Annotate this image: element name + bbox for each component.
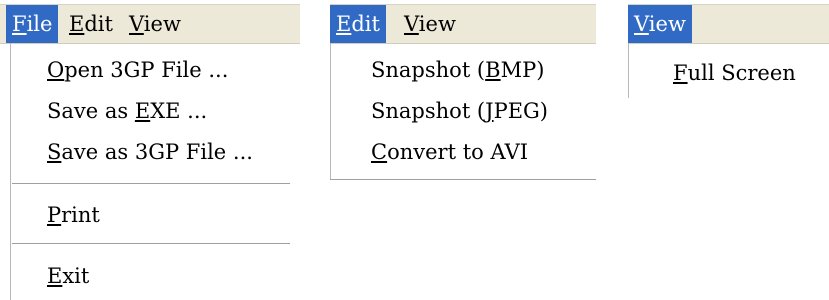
menu-file[interactable]: File	[6, 5, 59, 43]
menu-view[interactable]: View	[628, 5, 692, 43]
menu-item-save-3gp[interactable]: Save as 3GP File ...	[47, 140, 253, 164]
menu-item-exit[interactable]: Exit	[47, 264, 89, 288]
menubar-border	[0, 43, 300, 44]
menu-item-full-screen[interactable]: Full Screen	[673, 61, 796, 85]
menu-item-open-3gp[interactable]: Open 3GP File ...	[47, 58, 228, 82]
menu-left-border	[330, 43, 331, 180]
menu-item-snapshot-bmp[interactable]: Snapshot (BMP)	[371, 58, 544, 82]
menu-separator	[12, 183, 290, 185]
menu-separator	[12, 243, 290, 245]
menu-edit[interactable]: Edit	[330, 5, 386, 43]
file-menu-panel: File Edit View Open 3GP File ... Save as…	[0, 0, 300, 300]
menu-item-save-exe[interactable]: Save as EXE ...	[47, 99, 207, 123]
menu-edit[interactable]: Edit	[63, 5, 119, 43]
edit-menu-panel: Edit View Snapshot (BMP) Snapshot (JPEG)…	[330, 0, 600, 300]
menu-view[interactable]: View	[398, 5, 462, 43]
menu-view[interactable]: View	[123, 5, 187, 43]
menu-bar: Edit View	[330, 4, 596, 44]
menu-left-border	[10, 43, 11, 300]
menu-item-snapshot-jpeg[interactable]: Snapshot (JPEG)	[371, 99, 548, 123]
menubar-border	[628, 43, 829, 44]
menu-item-print[interactable]: Print	[47, 203, 100, 227]
menu-bottom-border	[330, 179, 596, 181]
menu-left-border	[628, 43, 629, 98]
view-menu-panel: View Full Screen	[628, 0, 829, 300]
menubar-border	[330, 43, 596, 44]
menu-item-convert-avi[interactable]: Convert to AVI	[371, 140, 528, 164]
menu-bar: View	[628, 4, 829, 44]
menu-bar: File Edit View	[0, 4, 300, 44]
